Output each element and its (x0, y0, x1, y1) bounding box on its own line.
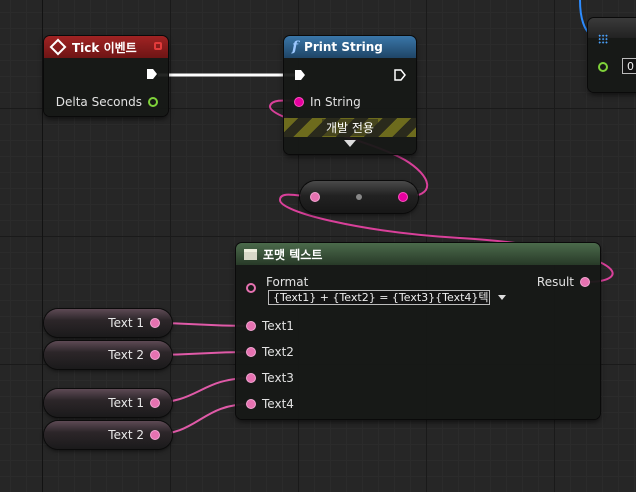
grid-major-line (42, 0, 43, 492)
text-pin-icon[interactable] (246, 321, 256, 331)
tick-node-title: Tick 이벤트 (72, 40, 137, 55)
variable-label: Text 2 (108, 348, 144, 362)
variable-out-pin[interactable] (150, 398, 160, 408)
format-text-node[interactable]: 포맷 텍스트 Format {Text1} + {Text2} = {Text3… (236, 243, 600, 419)
tick-exec-out[interactable] (146, 68, 158, 80)
text3-label: Text3 (262, 371, 294, 385)
chevron-down-icon[interactable] (344, 140, 356, 147)
delta-seconds-pin[interactable]: Delta Seconds (56, 95, 158, 109)
text-pin-icon[interactable] (294, 97, 304, 107)
partial-node-header (588, 18, 636, 44)
format-input[interactable]: {Text1} + {Text2} = {Text3}{Text4}텍스트 (268, 290, 490, 305)
format-dropdown-icon[interactable] (498, 295, 506, 300)
in-string-pin[interactable]: In String (294, 95, 361, 109)
exec-out-pin-icon[interactable] (146, 68, 158, 80)
text4-label: Text4 (262, 397, 294, 411)
dev-only-label: 개발 전용 (322, 119, 378, 136)
result-label: Result (536, 275, 574, 289)
format-input-value: {Text1} + {Text2} = {Text3}{Text4}텍스트 (273, 291, 490, 304)
partial-node-input[interactable]: 0 (622, 58, 636, 74)
format-pin-icon[interactable] (246, 283, 256, 293)
text4-pin[interactable]: Text4 (246, 397, 294, 411)
print-node-title: Print String (304, 40, 383, 54)
print-exec-in-pin[interactable] (294, 69, 306, 81)
variable-text1-node-2[interactable]: Text 1 (44, 389, 172, 417)
variable-text2-node[interactable]: Text 2 (44, 341, 172, 369)
reroute-dot-icon (356, 194, 362, 200)
text-pin-icon[interactable] (246, 347, 256, 357)
text1-label: Text1 (262, 319, 294, 333)
result-pin[interactable]: Result (537, 275, 590, 289)
variable-out-pin[interactable] (150, 430, 160, 440)
result-pin-icon[interactable] (580, 277, 590, 287)
variable-out-pin[interactable] (150, 350, 160, 360)
reroute-node[interactable] (300, 181, 418, 213)
delta-seconds-label: Delta Seconds (55, 95, 142, 109)
partial-node[interactable]: 0 (588, 18, 636, 92)
text2-pin[interactable]: Text2 (246, 345, 294, 359)
print-string-node[interactable]: f Print String In String 개발 전용 (284, 36, 416, 154)
text2-label: Text2 (262, 345, 294, 359)
tick-node-header[interactable]: Tick 이벤트 (44, 36, 168, 58)
text3-pin[interactable]: Text3 (246, 371, 294, 385)
print-exec-out-pin[interactable] (394, 69, 406, 81)
format-pin[interactable] (246, 283, 256, 293)
variable-text1-node[interactable]: Text 1 (44, 309, 172, 337)
text-pin-icon[interactable] (246, 373, 256, 383)
event-diamond-icon (49, 38, 67, 56)
delegate-pin-icon[interactable] (154, 42, 162, 50)
text-pin-icon[interactable] (246, 399, 256, 409)
reroute-out-pin[interactable] (398, 192, 408, 202)
format-node-header[interactable]: 포맷 텍스트 (236, 243, 600, 265)
in-string-label: In String (310, 95, 361, 109)
text1-pin[interactable]: Text1 (246, 319, 294, 333)
variable-text2-node-2[interactable]: Text 2 (44, 421, 172, 449)
format-node-title: 포맷 텍스트 (263, 247, 323, 262)
reroute-in-pin[interactable] (310, 192, 320, 202)
partial-node-value: 0 (627, 60, 634, 73)
format-text-icon (244, 248, 257, 260)
variable-label: Text 2 (108, 428, 144, 442)
variable-label: Text 1 (108, 316, 144, 330)
partial-node-pin[interactable] (598, 62, 608, 72)
format-label: Format (266, 275, 309, 289)
function-f-icon: f (292, 39, 299, 55)
float-pin-icon[interactable] (148, 97, 158, 107)
grid-icon (598, 34, 608, 44)
dev-only-banner: 개발 전용 (284, 118, 416, 137)
variable-label: Text 1 (108, 396, 144, 410)
variable-out-pin[interactable] (150, 318, 160, 328)
print-node-header[interactable]: f Print String (284, 36, 416, 58)
tick-event-node[interactable]: Tick 이벤트 Delta Seconds (44, 36, 168, 116)
